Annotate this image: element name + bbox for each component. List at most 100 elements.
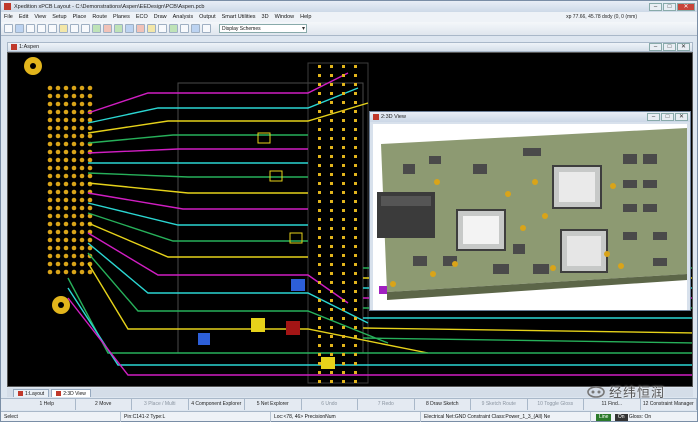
pad: [63, 157, 69, 163]
route-icon[interactable]: [103, 24, 112, 33]
via: [330, 164, 333, 167]
via: [318, 380, 321, 383]
via: [330, 227, 333, 230]
undo-icon[interactable]: [37, 24, 46, 33]
pcb-layout-canvas[interactable]: 2:3D View – □ ✕: [7, 52, 693, 387]
via: [318, 209, 321, 212]
drc-icon[interactable]: [136, 24, 145, 33]
pad: [63, 93, 69, 99]
via: [330, 308, 333, 311]
menu-window[interactable]: Window: [275, 14, 295, 20]
via: [330, 209, 333, 212]
pad: [47, 125, 53, 131]
menu-planes[interactable]: Planes: [113, 14, 130, 20]
pad: [55, 149, 61, 155]
fkey-help[interactable]: 1 Help: [19, 399, 76, 410]
via: [330, 290, 333, 293]
3d-tab-icon: [56, 391, 62, 396]
fkey-redo[interactable]: 7 Redo: [358, 399, 415, 410]
via: [318, 146, 321, 149]
3d-render-area[interactable]: [373, 124, 687, 310]
pad: [47, 93, 53, 99]
via: [318, 326, 321, 329]
via: [330, 263, 333, 266]
pad: [71, 213, 77, 219]
via: [342, 344, 345, 347]
app-icon: [4, 3, 11, 10]
menu-file[interactable]: File: [4, 14, 13, 20]
status-gloss: Gloss: On: [628, 413, 652, 420]
menu-3d[interactable]: 3D: [262, 14, 269, 20]
menu-help[interactable]: Help: [300, 14, 311, 20]
via: [354, 254, 357, 257]
fkey-component-explorer[interactable]: 4 Component Explorer: [189, 399, 245, 410]
via: [342, 137, 345, 140]
fkey-sketch-route[interactable]: 9 Sketch Route: [471, 399, 528, 410]
pad: [79, 213, 85, 219]
measure-icon[interactable]: [180, 24, 189, 33]
fkey-draw-sketch[interactable]: 8 Draw Sketch: [415, 399, 471, 410]
menu-route[interactable]: Route: [92, 14, 107, 20]
3d-minimize-button[interactable]: –: [647, 113, 660, 121]
maximize-button[interactable]: □: [663, 2, 676, 11]
via-icon[interactable]: [114, 24, 123, 33]
via: [330, 146, 333, 149]
pad: [87, 237, 93, 243]
3d-close-button[interactable]: ✕: [675, 113, 688, 121]
via: [342, 317, 345, 320]
pad: [71, 125, 77, 131]
via: [342, 92, 345, 95]
3d-icon[interactable]: [191, 24, 200, 33]
via: [342, 290, 345, 293]
via: [342, 263, 345, 266]
via: [318, 236, 321, 239]
menu-place[interactable]: Place: [73, 14, 87, 20]
tab-layout[interactable]: 1:Layout: [13, 389, 50, 397]
menu-analysis[interactable]: Analysis: [173, 14, 193, 20]
menu-smart-utilities[interactable]: Smart Utilities: [222, 14, 256, 20]
help-icon[interactable]: [202, 24, 211, 33]
print-icon[interactable]: [26, 24, 35, 33]
tab-3d-view[interactable]: 2:3D View: [51, 389, 91, 397]
menu-setup[interactable]: Setup: [52, 14, 66, 20]
pad: [71, 141, 77, 147]
minimize-button[interactable]: –: [649, 2, 662, 11]
fkey-move[interactable]: 2 Move: [76, 399, 132, 410]
fkey-net-explorer[interactable]: 5 Net Explorer: [245, 399, 302, 410]
save-icon[interactable]: [15, 24, 24, 33]
select-icon[interactable]: [59, 24, 68, 33]
pad: [71, 269, 77, 275]
layers-icon[interactable]: [147, 24, 156, 33]
via: [318, 200, 321, 203]
plane-icon[interactable]: [125, 24, 134, 33]
zoom-in-icon[interactable]: [70, 24, 79, 33]
3d-view-window[interactable]: 2:3D View – □ ✕: [369, 111, 691, 311]
menu-eco[interactable]: ECO: [136, 14, 148, 20]
via: [330, 173, 333, 176]
zoom-out-icon[interactable]: [81, 24, 90, 33]
zoom-fit-icon[interactable]: [92, 24, 101, 33]
fkey-undo[interactable]: 6 Undo: [302, 399, 358, 410]
pad: [87, 173, 93, 179]
via: [342, 128, 345, 131]
doc-close-button[interactable]: ✕: [677, 43, 690, 51]
close-button[interactable]: ✕: [677, 2, 695, 11]
fkey-place-multi[interactable]: 3 Place / Multi: [132, 399, 189, 410]
open-icon[interactable]: [4, 24, 13, 33]
menu-view[interactable]: View: [34, 14, 46, 20]
doc-maximize-button[interactable]: □: [663, 43, 676, 51]
via: [354, 317, 357, 320]
tab-layout-label: 1:Layout: [25, 390, 45, 397]
display-icon[interactable]: [158, 24, 167, 33]
via: [318, 119, 321, 122]
doc-minimize-button[interactable]: –: [649, 43, 662, 51]
fkey-toggle-gloss[interactable]: 10 Toggle Gloss: [528, 399, 584, 410]
display-scheme-select[interactable]: Display Schemes: [219, 24, 307, 33]
pad: [47, 261, 53, 267]
3d-maximize-button[interactable]: □: [661, 113, 674, 121]
menu-edit[interactable]: Edit: [19, 14, 28, 20]
menu-output[interactable]: Output: [199, 14, 216, 20]
redo-icon[interactable]: [48, 24, 57, 33]
menu-draw[interactable]: Draw: [154, 14, 167, 20]
grid-icon[interactable]: [169, 24, 178, 33]
